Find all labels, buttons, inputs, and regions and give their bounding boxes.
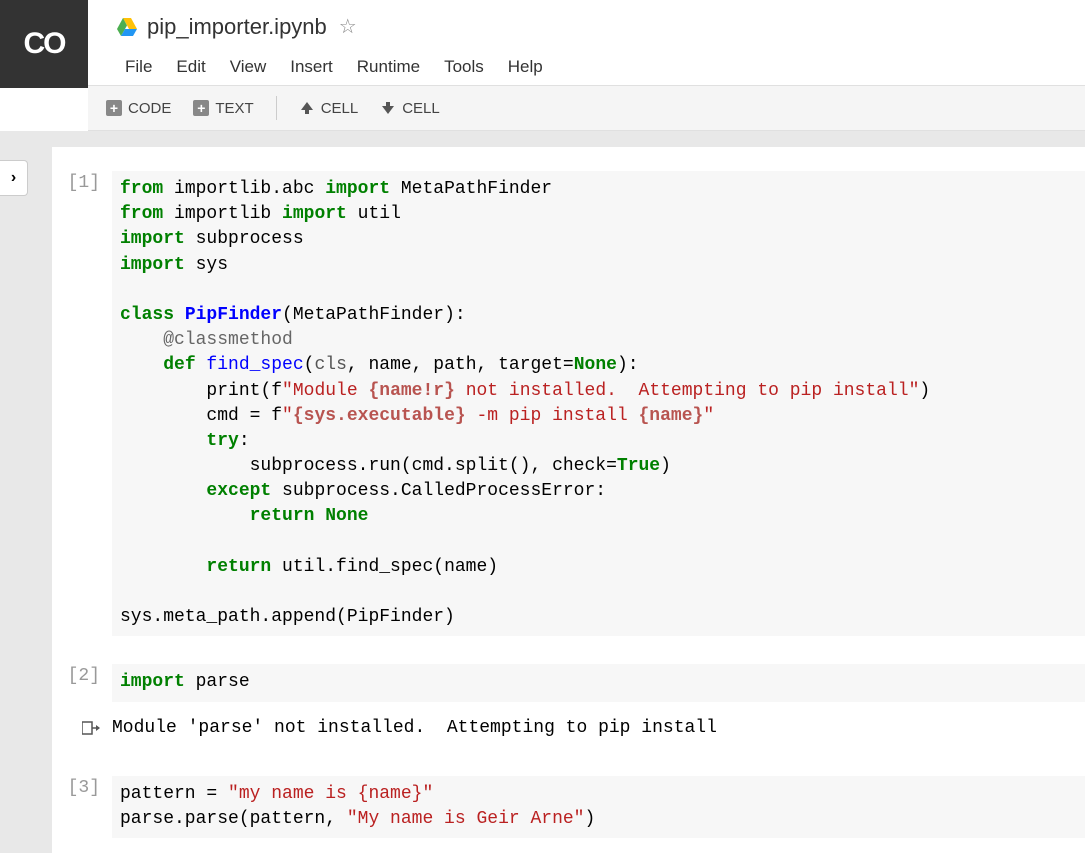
code-body[interactable]: pattern = "my name is {name}" parse.pars… <box>112 776 1085 838</box>
arrow-up-icon <box>299 100 315 116</box>
output-icon <box>82 720 100 736</box>
menu-runtime[interactable]: Runtime <box>347 53 430 81</box>
output-cell-3: <Result () {'name': 'Geir Arne'}> <box>52 842 1085 853</box>
arrow-down-icon <box>380 100 396 116</box>
cell-prompt: [3] <box>52 776 112 838</box>
sidebar-toggle[interactable]: › <box>0 160 28 196</box>
cell-down-button[interactable]: CELL <box>372 96 448 121</box>
code-cell-1[interactable]: [1] from importlib.abc import MetaPathFi… <box>52 167 1085 640</box>
cell-prompt: [1] <box>52 171 112 636</box>
title-bar: pip_importer.ipynb ☆ <box>115 0 1085 45</box>
logo-text: CO <box>24 27 65 61</box>
output-prompt <box>52 852 112 853</box>
cell-down-label: CELL <box>402 100 440 117</box>
menu-insert[interactable]: Insert <box>280 53 343 81</box>
toolbar-separator <box>276 96 277 120</box>
menu-bar: File Edit View Insert Runtime Tools Help <box>115 45 1085 85</box>
cell-prompt: [2] <box>52 664 112 701</box>
notebook: [1] from importlib.abc import MetaPathFi… <box>52 147 1085 853</box>
drive-icon <box>115 15 139 39</box>
content-area: [1] from importlib.abc import MetaPathFi… <box>0 131 1085 853</box>
cell-up-button[interactable]: CELL <box>291 96 367 121</box>
menu-file[interactable]: File <box>115 53 162 81</box>
document-title[interactable]: pip_importer.ipynb <box>147 14 327 40</box>
code-body[interactable]: from importlib.abc import MetaPathFinder… <box>112 171 1085 636</box>
code-body[interactable]: import parse <box>112 664 1085 701</box>
toolbar: + CODE + TEXT CELL CELL <box>88 85 1085 131</box>
menu-tools[interactable]: Tools <box>434 53 494 81</box>
menu-view[interactable]: View <box>220 53 277 81</box>
code-label: CODE <box>128 100 171 117</box>
text-label: TEXT <box>215 100 253 117</box>
add-text-button[interactable]: + TEXT <box>185 96 261 121</box>
menu-help[interactable]: Help <box>498 53 553 81</box>
plus-icon: + <box>193 100 209 116</box>
code-cell-3[interactable]: [3] pattern = "my name is {name}" parse.… <box>52 772 1085 842</box>
star-icon[interactable]: ☆ <box>339 14 357 39</box>
output-body: Module 'parse' not installed. Attempting… <box>112 716 1085 742</box>
output-body: <Result () {'name': 'Geir Arne'}> <box>112 852 1085 853</box>
cell-up-label: CELL <box>321 100 359 117</box>
plus-icon: + <box>106 100 122 116</box>
output-cell-2: Module 'parse' not installed. Attempting… <box>52 706 1085 752</box>
add-code-button[interactable]: + CODE <box>98 96 179 121</box>
output-prompt <box>52 716 112 742</box>
menu-edit[interactable]: Edit <box>166 53 215 81</box>
code-cell-2[interactable]: [2] import parse <box>52 660 1085 705</box>
logo: CO <box>0 0 88 88</box>
